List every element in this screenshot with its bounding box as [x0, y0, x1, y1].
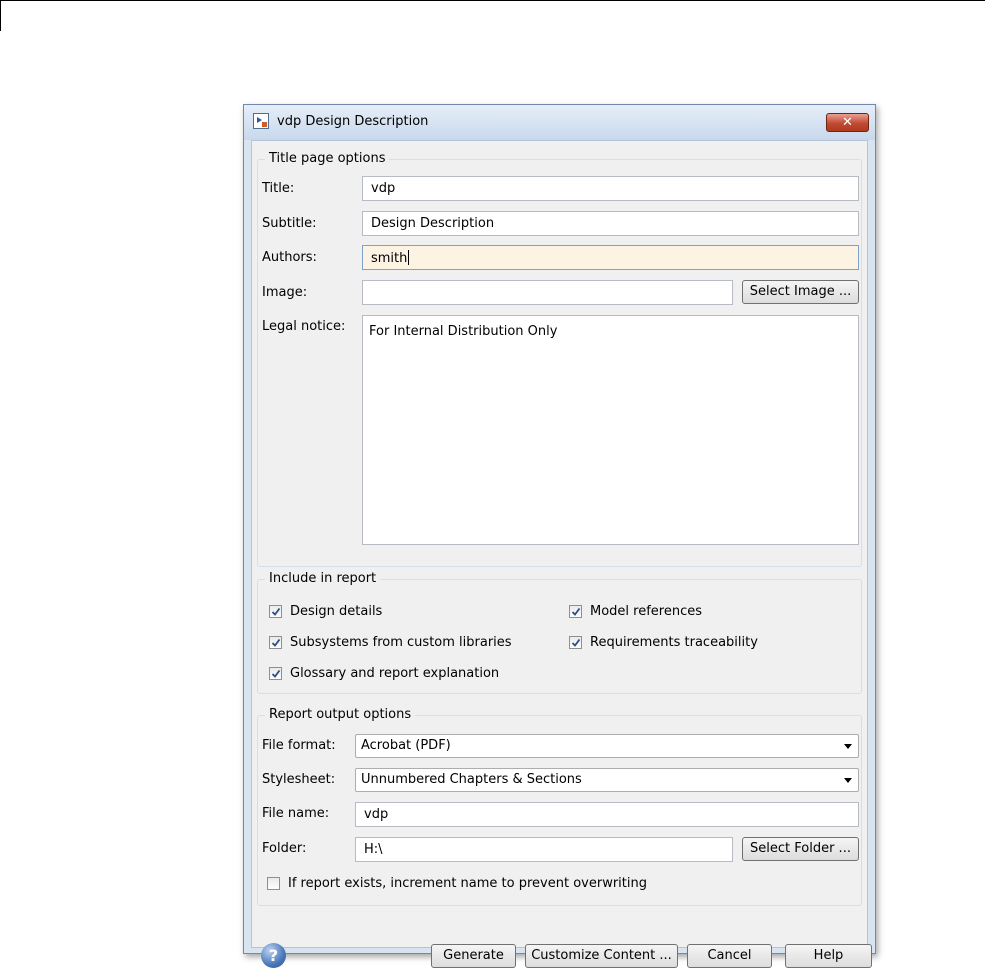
checkbox-label: Requirements traceability: [590, 635, 758, 650]
folder-input[interactable]: H:\: [355, 837, 733, 862]
checkbox-icon-checked[interactable]: [269, 605, 282, 618]
window-title: vdp Design Description: [277, 114, 429, 129]
checkbox-icon-checked[interactable]: [569, 605, 582, 618]
image-label: Image:: [262, 285, 308, 300]
text-caret: [408, 250, 410, 265]
dialog-window: vdp Design Description ✕ Title page opti…: [243, 104, 876, 968]
checkbox-label: Design details: [290, 604, 383, 619]
checkbox-increment-name[interactable]: If report exists, increment name to prev…: [267, 876, 697, 892]
image-path-input[interactable]: [362, 280, 733, 305]
checkbox-label: If report exists, increment name to prev…: [288, 876, 647, 891]
report-output-options-group: Report output options File format: Acrob…: [257, 707, 862, 906]
subtitle-input[interactable]: Design Description: [362, 211, 859, 236]
stylesheet-label: Stylesheet:: [262, 772, 336, 787]
checkbox-icon-unchecked[interactable]: [267, 877, 280, 890]
checkbox-glossary-report-explanation[interactable]: Glossary and report explanation: [269, 666, 549, 682]
cancel-button[interactable]: Cancel: [687, 944, 772, 968]
close-button[interactable]: ✕: [826, 113, 869, 132]
stylesheet-value: Unnumbered Chapters & Sections: [361, 772, 582, 787]
checkbox-icon-checked[interactable]: [269, 636, 282, 649]
include-in-report-group: Include in report Design details Model r…: [257, 571, 862, 694]
stylesheet-select[interactable]: Unnumbered Chapters & Sections: [355, 768, 859, 792]
dropdown-arrow-icon: [844, 778, 852, 783]
simulink-app-icon: [253, 113, 269, 129]
dialog-client-area: Title page options Title: vdp Subtitle: …: [251, 140, 872, 968]
file-format-label: File format:: [262, 738, 336, 753]
select-folder-button[interactable]: Select Folder ...: [742, 837, 859, 861]
title-input[interactable]: vdp: [362, 176, 859, 201]
file-name-label: File name:: [262, 806, 330, 821]
authors-value: smith: [371, 251, 408, 266]
page-top-rule: [0, 0, 985, 1]
checkbox-requirements-traceability[interactable]: Requirements traceability: [569, 635, 809, 651]
group-title-include: Include in report: [265, 571, 381, 586]
authors-input[interactable]: smith: [362, 245, 859, 270]
title-label: Title:: [262, 181, 295, 196]
checkbox-icon-checked[interactable]: [269, 667, 282, 680]
checkbox-subsystems-custom-libraries[interactable]: Subsystems from custom libraries: [269, 635, 549, 651]
help-circle-icon[interactable]: ?: [261, 943, 286, 968]
help-button[interactable]: Help: [785, 944, 872, 968]
checkbox-design-details[interactable]: Design details: [269, 604, 509, 620]
dropdown-arrow-icon: [844, 744, 852, 749]
file-name-input[interactable]: vdp: [355, 802, 859, 827]
group-title-output: Report output options: [265, 707, 416, 722]
generate-button[interactable]: Generate: [431, 944, 516, 968]
select-image-button[interactable]: Select Image ...: [742, 280, 859, 304]
file-format-value: Acrobat (PDF): [361, 738, 451, 753]
legal-notice-textarea[interactable]: For Internal Distribution Only: [362, 315, 859, 545]
group-title-title-page: Title page options: [265, 151, 390, 166]
customize-content-button[interactable]: Customize Content ...: [525, 944, 678, 968]
subtitle-label: Subtitle:: [262, 216, 317, 231]
checkbox-label: Glossary and report explanation: [290, 666, 500, 681]
checkbox-model-references[interactable]: Model references: [569, 604, 809, 620]
legal-notice-label: Legal notice:: [262, 319, 346, 334]
title-bar[interactable]: vdp Design Description ✕: [244, 105, 875, 140]
checkbox-icon-checked[interactable]: [569, 636, 582, 649]
checkbox-label: Model references: [590, 604, 703, 619]
authors-label: Authors:: [262, 250, 317, 265]
page-left-rule: [0, 0, 1, 31]
folder-label: Folder:: [262, 841, 307, 856]
title-page-options-group: Title page options Title: vdp Subtitle: …: [257, 151, 862, 567]
file-format-select[interactable]: Acrobat (PDF): [355, 734, 859, 758]
checkbox-label: Subsystems from custom libraries: [290, 635, 512, 650]
